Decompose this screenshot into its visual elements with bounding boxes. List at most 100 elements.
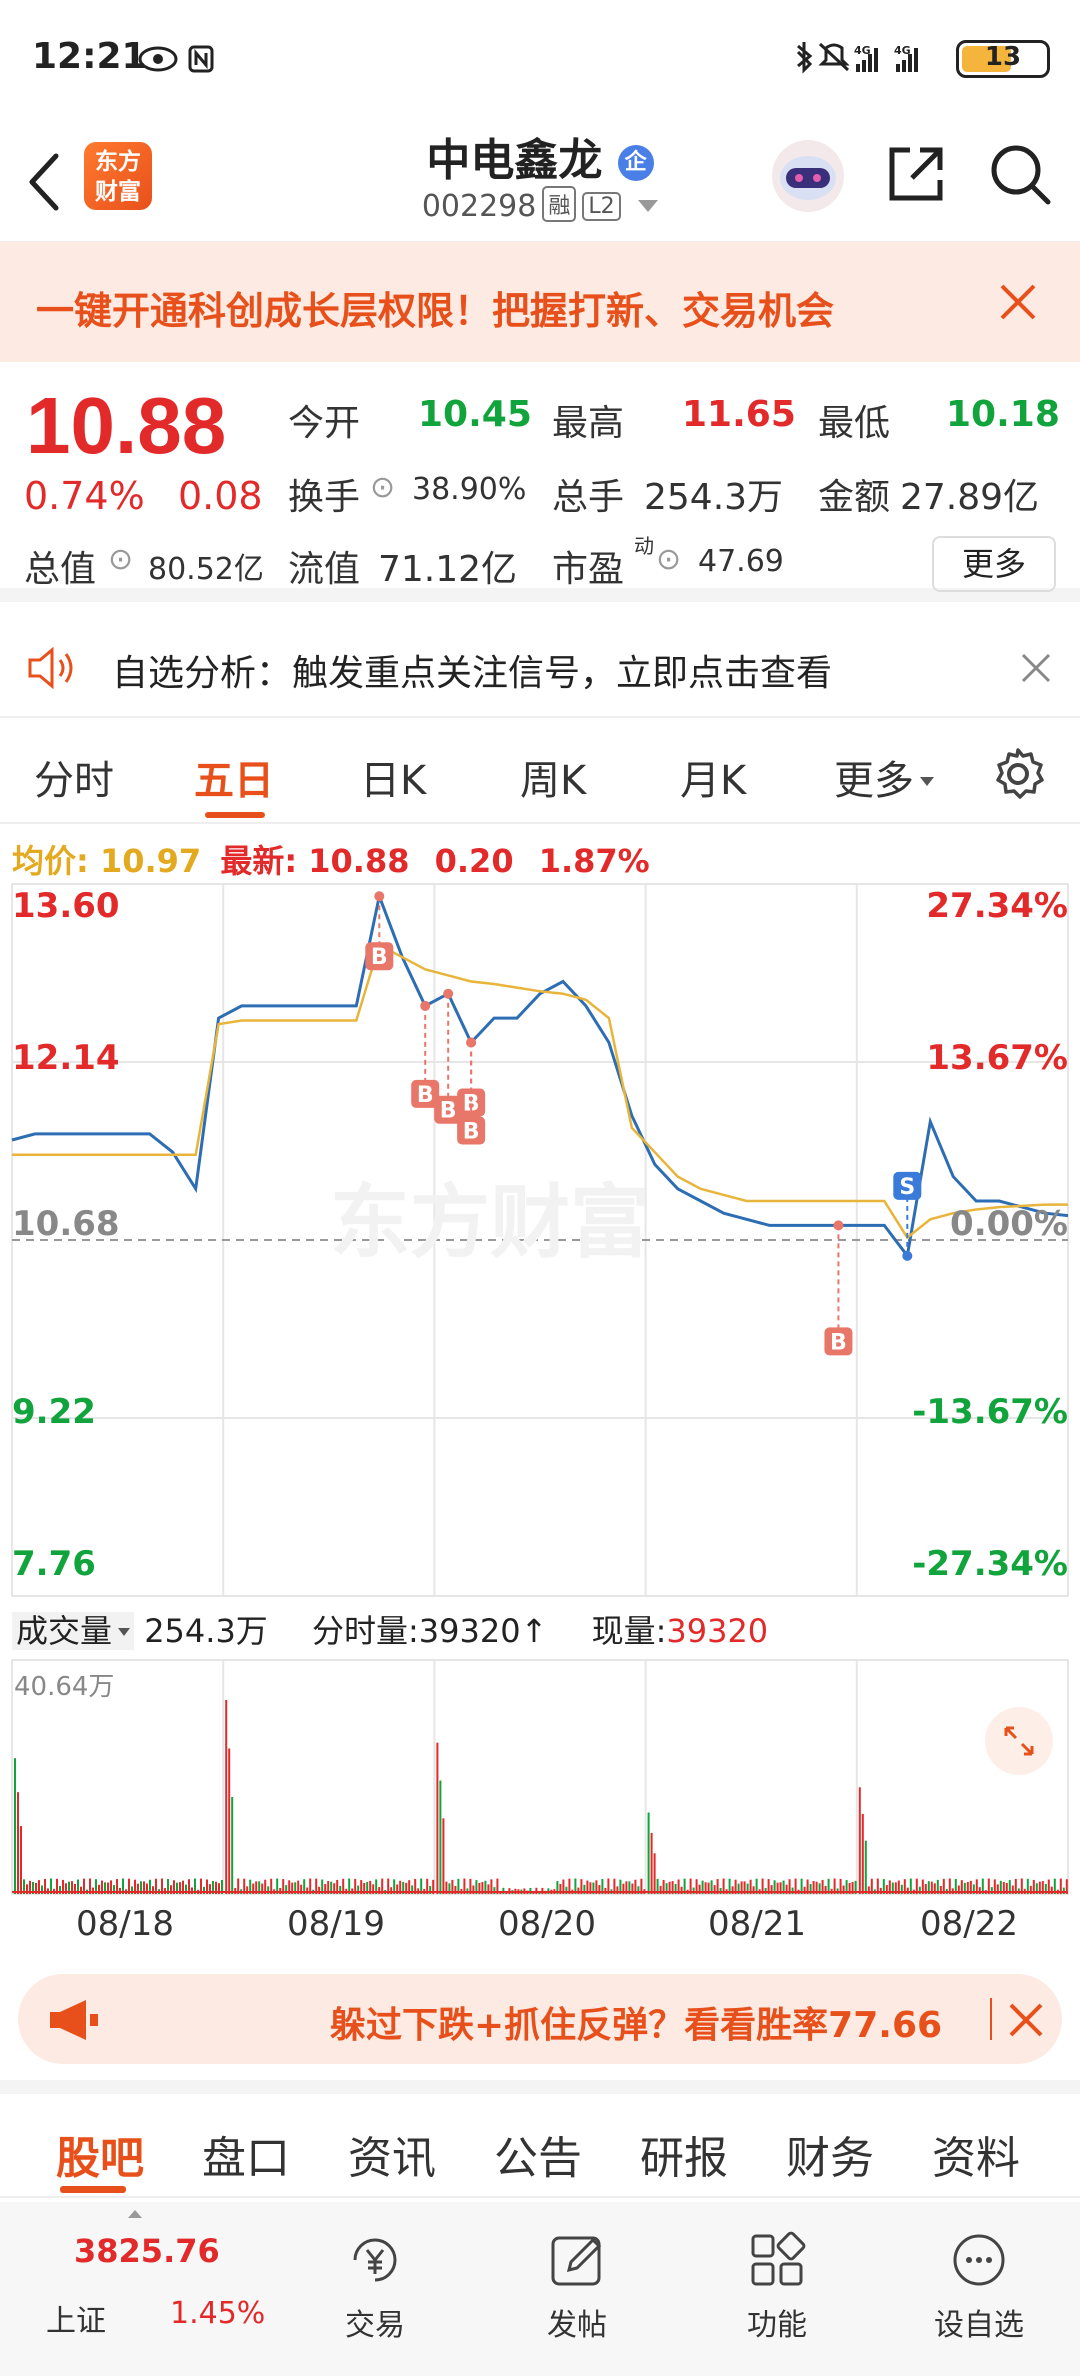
trade-marker: B xyxy=(463,1091,480,1116)
chart-legend: 均价: 10.97 最新: 10.88 0.20 1.87% xyxy=(12,836,650,882)
chart-tabs: 分时 五日 日K 周K 月K 更多 xyxy=(0,720,1080,824)
tab-weekly-k[interactable]: 周K xyxy=(520,748,586,806)
stock-code: 002298 xyxy=(421,189,537,224)
nav-functions-label: 功能 xyxy=(747,2308,807,2343)
more-button[interactable]: 更多 xyxy=(932,536,1056,592)
tab-five-day[interactable]: 五日 xyxy=(194,748,274,806)
nav-functions[interactable]: 功能 xyxy=(702,2202,852,2376)
tab-announcements[interactable]: 公告 xyxy=(494,2122,582,2186)
volume-bar xyxy=(692,1887,695,1894)
battery-icon: 13 xyxy=(956,40,1050,78)
volume-bar xyxy=(879,1887,882,1894)
volume-bar xyxy=(906,1887,909,1894)
volume-bar xyxy=(858,1787,861,1894)
y-label-left: 7.76 xyxy=(12,1544,96,1584)
x-label: 08/20 xyxy=(498,1904,596,1944)
status-time: 12:21 xyxy=(32,36,147,77)
now-volume-label: 现量 xyxy=(591,1612,656,1650)
close-icon[interactable] xyxy=(1008,2002,1044,2038)
volume-bar xyxy=(650,1832,653,1894)
turnover-value: 38.90% xyxy=(412,472,527,507)
volume-frame xyxy=(11,1659,1069,1895)
info-icon[interactable]: ⊙ xyxy=(370,470,395,505)
strategy-promo[interactable]: 躲过下跌+抓住反弹？看看胜率77.66 xyxy=(18,1974,1062,2064)
grid-icon xyxy=(751,2231,806,2286)
caret-up-icon xyxy=(128,2210,142,2218)
quote-panel: 10.88 0.74% 0.08 今开 10.45 最高 11.65 最低 10… xyxy=(0,362,1080,602)
info-icon[interactable]: ⊙ xyxy=(656,542,681,577)
change-pct: 0.74% xyxy=(24,474,145,518)
volume-bar xyxy=(861,1813,864,1894)
strategy-promo-text: 躲过下跌+抓住反弹？看看胜率77.66 xyxy=(330,2005,943,2046)
volume-bar xyxy=(228,1748,231,1894)
trade-marker: B xyxy=(440,1099,457,1124)
marker-dot xyxy=(466,1037,477,1048)
volume-label: 成交量 xyxy=(16,1612,113,1650)
x-label: 08/21 xyxy=(708,1904,806,1944)
y-label-right: -13.67% xyxy=(912,1392,1068,1432)
index-name: 上证 xyxy=(46,2304,106,2339)
y-label-left: 13.60 xyxy=(12,886,120,926)
tab-orderbook[interactable]: 盘口 xyxy=(202,2122,290,2186)
chevron-down-icon[interactable] xyxy=(638,200,659,212)
amount-value: 27.89亿 xyxy=(900,477,1040,518)
volume-bar xyxy=(436,1742,439,1894)
x-label: 08/18 xyxy=(76,1904,174,1944)
volume-bar xyxy=(225,1700,228,1894)
tab-daily-k[interactable]: 日K xyxy=(360,748,426,806)
expand-icon[interactable] xyxy=(984,1706,1054,1776)
volume-bar xyxy=(279,1887,282,1894)
tab-more-label: 更多 xyxy=(834,758,914,804)
tab-profile[interactable]: 资料 xyxy=(932,2122,1020,2186)
volume-bar xyxy=(439,1780,442,1894)
tab-forum[interactable]: 股吧 xyxy=(56,2122,144,2186)
close-icon[interactable] xyxy=(1020,652,1052,684)
more-circle-icon xyxy=(953,2234,1005,2286)
volume-bar xyxy=(791,1887,794,1894)
eye-nfc-icons xyxy=(138,45,214,73)
search-icon[interactable] xyxy=(988,142,1054,208)
volume-dropdown[interactable]: 成交量 xyxy=(12,1612,135,1650)
pe-sup: 动 xyxy=(634,534,654,558)
nav-trade[interactable]: 交易 xyxy=(300,2202,450,2376)
edit-icon xyxy=(551,2236,602,2286)
tab-monthly-k[interactable]: 月K xyxy=(680,748,746,806)
volume-bar xyxy=(604,1887,607,1894)
tab-research[interactable]: 研报 xyxy=(640,2122,728,2186)
volume-bar xyxy=(764,1887,767,1894)
five-day-chart[interactable]: 东方财富 BBBBBBS 13.60 12.14 10.68 9.22 7.76… xyxy=(0,880,1080,1920)
trade-marker: S xyxy=(899,1175,915,1200)
tab-news[interactable]: 资讯 xyxy=(348,2122,436,2186)
avg-value: 10.97 xyxy=(99,842,202,880)
volume-bar xyxy=(92,1887,94,1894)
volume-bar xyxy=(1062,1887,1065,1894)
enterprise-badge: 企 xyxy=(617,145,654,181)
nav-add-watchlist[interactable]: 设自选 xyxy=(904,2202,1054,2376)
stock-header: 东方财富 中电鑫龙 企 002298 融 L2 xyxy=(0,118,1080,242)
volume-label: 总手 xyxy=(552,477,625,518)
robot-assistant-icon[interactable] xyxy=(770,138,846,214)
close-icon[interactable] xyxy=(998,282,1038,322)
tab-more[interactable]: 更多 xyxy=(834,748,934,806)
promo-banner[interactable]: 一键开通科创成长层权限！把握打新、交易机会 xyxy=(0,242,1080,362)
signal-bar[interactable]: 自选分析：触发重点关注信号，立即点击查看 xyxy=(0,616,1080,718)
info-icon[interactable]: ⊙ xyxy=(108,542,133,577)
trade-marker: B xyxy=(830,1330,847,1355)
content-tabs: 股吧 盘口 资讯 公告 研报 财务 资料 xyxy=(0,2080,1080,2198)
promo-text: 一键开通科创成长层权限！把握打新、交易机会 xyxy=(36,289,835,333)
caret-down-icon xyxy=(118,1628,131,1636)
share-icon[interactable] xyxy=(884,142,948,206)
marker-dot xyxy=(833,1220,844,1231)
caret-down-icon xyxy=(920,777,934,786)
nav-trade-label: 交易 xyxy=(345,2308,405,2343)
nav-post[interactable]: 发帖 xyxy=(502,2202,652,2376)
y-label-left: 12.14 xyxy=(12,1038,120,1078)
last-price: 10.88 xyxy=(26,381,227,470)
battery-level: 13 xyxy=(984,42,1022,72)
gear-icon[interactable] xyxy=(990,746,1046,802)
tab-intraday[interactable]: 分时 xyxy=(34,748,114,806)
marker-dot xyxy=(374,891,385,902)
tab-financials[interactable]: 财务 xyxy=(786,2122,874,2186)
index-ticker[interactable]: 3825.76 上证 1.45% xyxy=(24,2202,265,2376)
status-bar: 12:21 4G 4G 13 xyxy=(0,0,1080,118)
